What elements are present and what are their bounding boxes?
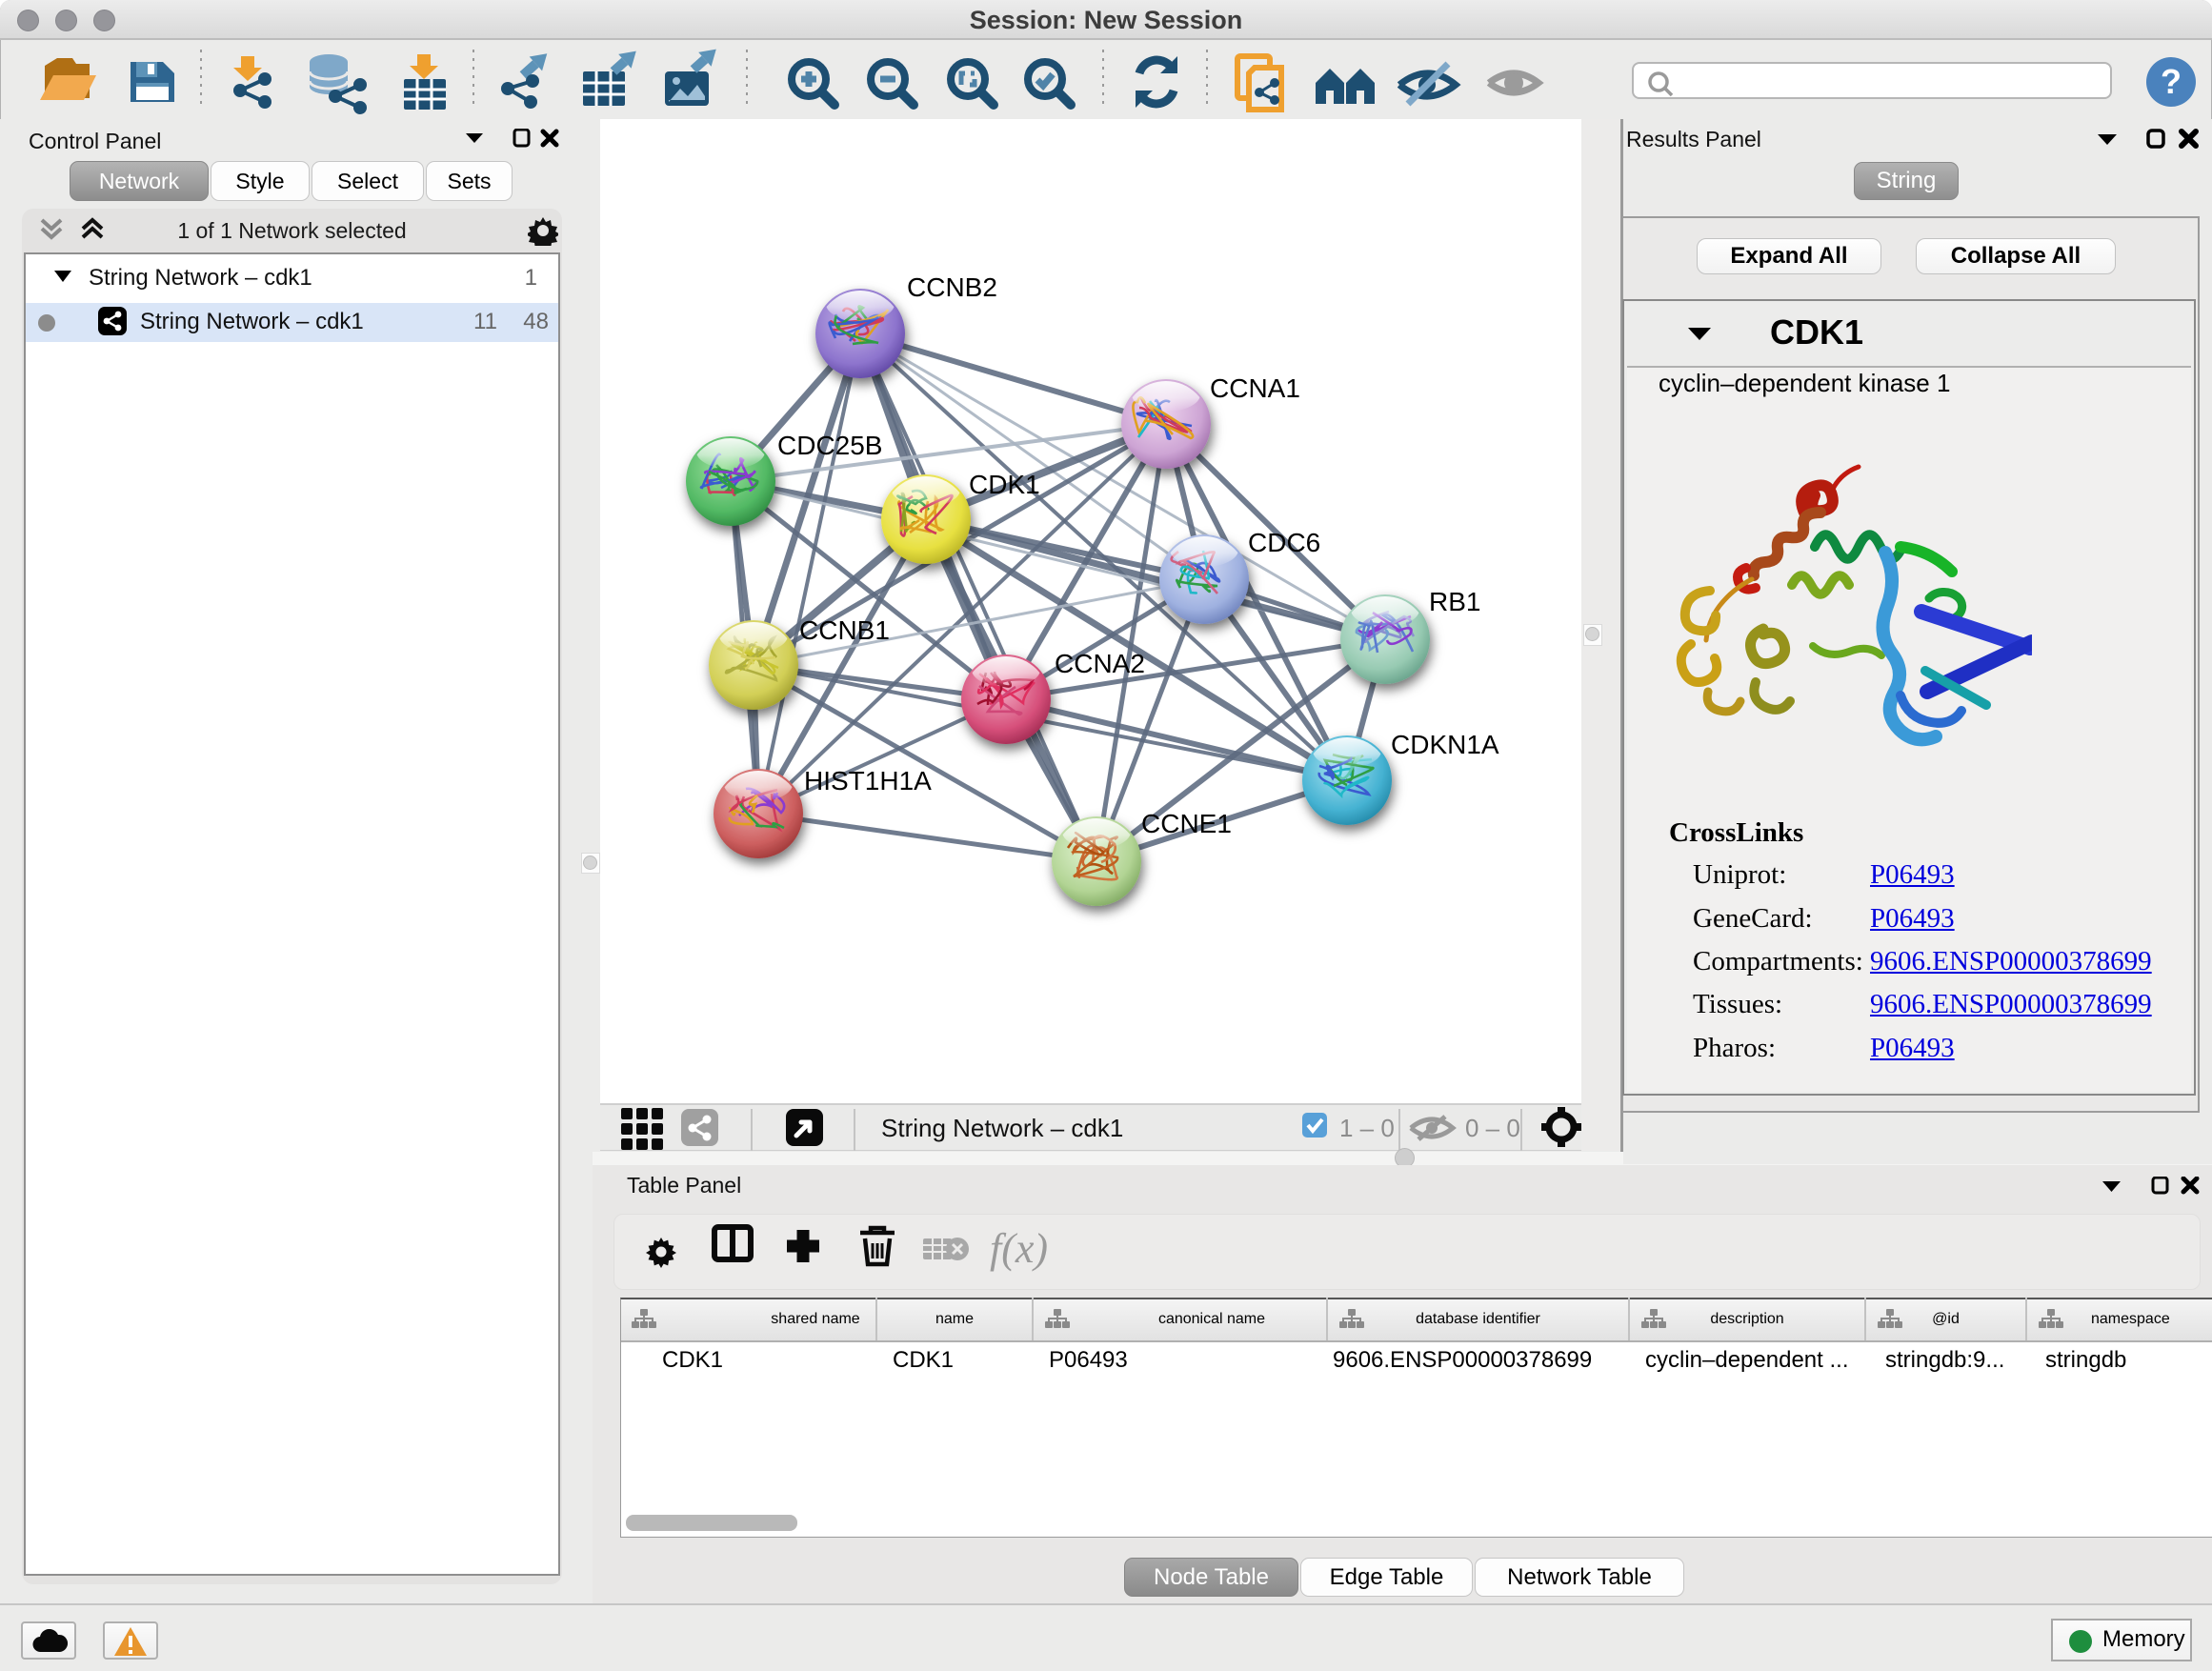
svg-text:CCNB1: CCNB1 <box>799 615 890 645</box>
svg-text:CDK1: CDK1 <box>969 470 1040 499</box>
svg-text:CCNB2: CCNB2 <box>907 272 997 302</box>
svg-text:CDKN1A: CDKN1A <box>1391 730 1499 759</box>
svg-text:CCNA2: CCNA2 <box>1055 649 1145 678</box>
svg-text:?: ? <box>2161 62 2182 101</box>
svg-text:CCNE1: CCNE1 <box>1141 809 1232 838</box>
svg-text:CDC25B: CDC25B <box>777 431 882 460</box>
svg-text:f(x): f(x) <box>990 1225 1048 1272</box>
svg-text:RB1: RB1 <box>1429 587 1480 616</box>
svg-text:HIST1H1A: HIST1H1A <box>804 766 932 795</box>
svg-text:CDC6: CDC6 <box>1248 528 1320 557</box>
svg-text:CCNA1: CCNA1 <box>1210 373 1300 403</box>
